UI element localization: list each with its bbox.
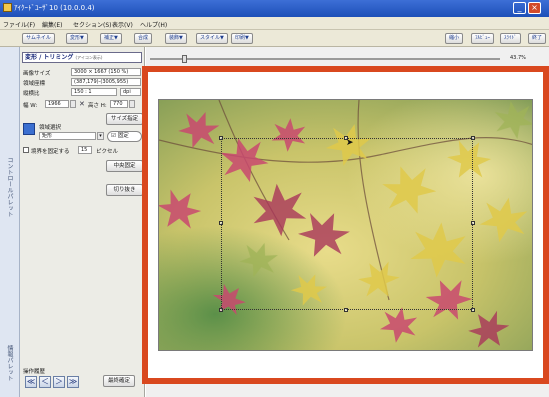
zoom-readout: 43.7% xyxy=(510,55,526,61)
apply-button[interactable]: 最終確定 xyxy=(103,375,135,387)
section-header[interactable]: 変形 / トリミング (アイコン表示) xyxy=(22,52,142,63)
slider-track xyxy=(150,58,500,60)
decorate-button[interactable]: 装飾▼ xyxy=(165,33,187,44)
height-spinner[interactable] xyxy=(129,100,135,108)
back-icon[interactable]: ＜ xyxy=(39,376,51,388)
crop-handle-bottom-left[interactable] xyxy=(219,308,223,312)
image-size-value: 3000 × 1667 (150 %) xyxy=(71,68,141,76)
history-label: 操作履歴 xyxy=(23,369,46,375)
link-icon[interactable]: ✕ xyxy=(79,100,85,108)
ratio-value[interactable]: 150 : 1 xyxy=(71,88,117,96)
region-label: 領域選択 xyxy=(39,125,62,131)
crop-handle-top-right[interactable] xyxy=(471,136,475,140)
width-input[interactable]: 1966 xyxy=(45,100,69,108)
expand-label: 境界を固定する xyxy=(31,149,70,155)
center-fix-button[interactable]: 中央固定 xyxy=(106,160,143,172)
crop-handle-left[interactable] xyxy=(219,221,223,225)
width-label: 幅 W: xyxy=(23,103,38,109)
palette-side-strip: コントロールパレット 情報パレット xyxy=(0,47,20,397)
control-palette-label: コントロールパレット xyxy=(6,157,13,217)
cursor-arrow-icon: ➤ xyxy=(346,138,354,148)
window-title: ｱｲｸｰﾄﾞﾕｰｻﾞ10 (10.0.0.4) xyxy=(14,4,95,12)
expand-input[interactable]: 15 xyxy=(78,146,92,154)
zoom-slider[interactable]: 43.7% xyxy=(150,55,535,63)
correct-button[interactable]: 補正▼ xyxy=(100,33,122,44)
close-button[interactable]: × xyxy=(528,2,541,14)
area-coords-value: (387,179)-(3005,955) xyxy=(71,78,141,86)
title-bar: ｱｲｸｰﾄﾞﾕｰｻﾞ10 (10.0.0.4) _ × xyxy=(0,0,549,17)
section-subtitle: (アイコン表示) xyxy=(75,55,103,60)
menu-section[interactable]: セクション(S) xyxy=(73,20,112,29)
chevron-down-icon[interactable]: ▾ xyxy=(97,132,104,140)
slider-thumb[interactable] xyxy=(182,55,187,63)
region-shape-icon[interactable] xyxy=(23,123,35,135)
toolbar: サムネイル 変形▼ 補正▼ 合成 装飾▼ スタイル▼ 印刷▼ 縮小 ﾌﾙﾋﾞｭｰ… xyxy=(0,30,549,47)
last-icon[interactable]: ≫ xyxy=(67,376,79,388)
fix-check-icon: ☑ xyxy=(111,133,116,139)
expand-checkbox[interactable] xyxy=(23,147,29,153)
first-icon[interactable]: ≪ xyxy=(25,376,37,388)
minimize-button[interactable]: _ xyxy=(513,2,526,14)
menu-view[interactable]: 表示(V) xyxy=(112,20,133,29)
ratio-unit[interactable]: dpi xyxy=(120,88,141,96)
fix-toggle[interactable]: ☑ 固定 xyxy=(107,131,142,142)
image-size-label: 画像サイズ xyxy=(23,71,51,77)
app-icon xyxy=(3,3,12,12)
crop-button[interactable]: 切り抜き xyxy=(106,184,143,196)
fullview-button[interactable]: ﾌﾙﾋﾞｭｰ xyxy=(471,33,495,44)
section-title: 変形 / トリミング xyxy=(25,54,74,61)
composite-button[interactable]: 合成 xyxy=(134,33,153,44)
pixel-label: ピクセル xyxy=(96,149,119,155)
crop-selection[interactable]: ➤ xyxy=(219,136,475,312)
crop-handle-right[interactable] xyxy=(471,221,475,225)
region-select[interactable]: 矩形 xyxy=(39,132,96,140)
crop-handle-bottom-right[interactable] xyxy=(471,308,475,312)
transform-button[interactable]: 変形▼ xyxy=(66,33,88,44)
thumbnail-button[interactable]: サムネイル xyxy=(22,33,55,44)
width-spinner[interactable] xyxy=(70,100,76,108)
print-button[interactable]: 印刷▼ xyxy=(231,33,253,44)
menu-edit[interactable]: 編集(E) xyxy=(42,20,62,29)
crop-handle-top-left[interactable] xyxy=(219,136,223,140)
menu-help[interactable]: ヘルプ(H) xyxy=(140,20,167,29)
ratio-label: 縦横比 xyxy=(23,91,40,97)
crop-handle-bottom[interactable] xyxy=(344,308,348,312)
info-palette-label: 情報パレット xyxy=(6,345,13,381)
forward-icon[interactable]: ＞ xyxy=(53,376,65,388)
height-input[interactable]: 770 xyxy=(110,100,128,108)
shrink-button[interactable]: 縮小 xyxy=(445,33,464,44)
menu-file[interactable]: ファイル(F) xyxy=(3,20,35,29)
area-coords-label: 領域座標 xyxy=(23,81,46,87)
size-specify-button[interactable]: サイズ指定 xyxy=(106,113,143,125)
height-label: 高さ H: xyxy=(88,103,107,109)
style-button[interactable]: スタイル▼ xyxy=(196,33,228,44)
slide-button[interactable]: ｽﾗｲﾄﾞ xyxy=(500,33,521,44)
exit-button[interactable]: 終了 xyxy=(528,33,547,44)
fix-label: 固定 xyxy=(117,133,129,139)
menu-bar: ファイル(F) 編集(E) セクション(S) 表示(V) ヘルプ(H) xyxy=(0,17,549,30)
